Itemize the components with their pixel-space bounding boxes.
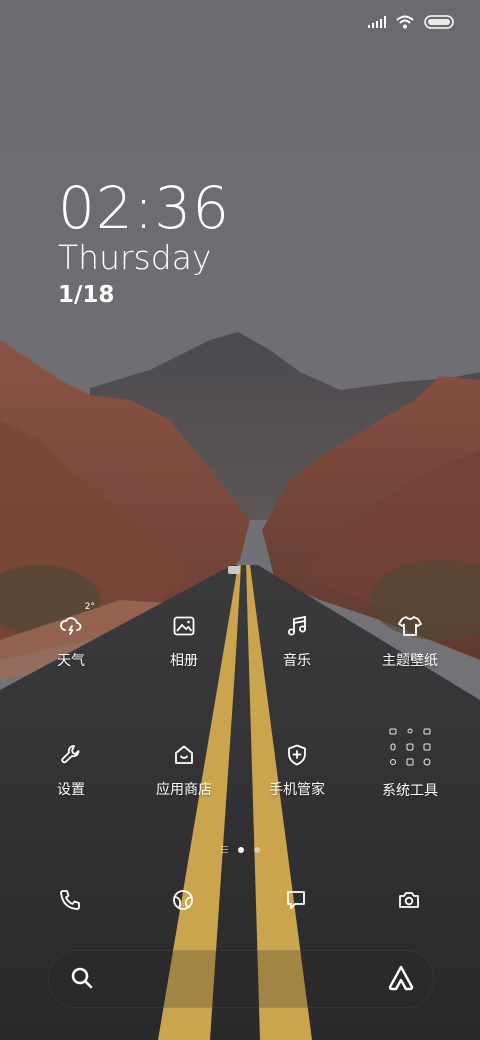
- clock-time: 02:36: [58, 174, 231, 242]
- dock-camera[interactable]: [389, 882, 429, 922]
- app-weather[interactable]: 2° 天气: [21, 602, 121, 670]
- dock-phone[interactable]: [50, 882, 90, 922]
- app-label-weather: 天气: [57, 653, 85, 669]
- music-icon: [279, 608, 315, 644]
- page-dot-active: [237, 846, 244, 853]
- search-bar[interactable]: [48, 950, 434, 1008]
- signal-icon: [368, 16, 386, 28]
- camera-icon: [398, 890, 420, 914]
- clock-widget[interactable]: 02:36 Thursday 1/18: [58, 176, 230, 310]
- app-themes[interactable]: 主题壁纸: [360, 608, 460, 670]
- app-label-store: 应用商店: [156, 782, 212, 798]
- app-store-icon: [166, 737, 202, 773]
- page-dot: [253, 846, 260, 853]
- folder-icon: [384, 722, 436, 774]
- assistant-icon[interactable]: [387, 965, 415, 995]
- theme-icon: [392, 608, 428, 644]
- app-label-settings: 设置: [57, 782, 85, 798]
- phone-icon: [59, 889, 81, 915]
- app-label-gallery: 相册: [170, 653, 198, 669]
- weather-icon: 2°: [53, 602, 95, 644]
- dock-messages[interactable]: [276, 882, 316, 922]
- clock-date: 1/18: [58, 282, 115, 308]
- clock-day: Thursday: [58, 238, 212, 277]
- app-music[interactable]: 音乐: [247, 608, 347, 670]
- messages-icon: [285, 889, 307, 915]
- page-indicator-lines-icon: [220, 846, 228, 853]
- app-label-themes: 主题壁纸: [382, 653, 438, 669]
- app-label-music: 音乐: [283, 653, 311, 669]
- browser-icon: [172, 889, 194, 915]
- app-settings[interactable]: 设置: [21, 737, 121, 799]
- wifi-icon: [396, 15, 414, 29]
- settings-icon: [53, 737, 89, 773]
- app-folder-tools[interactable]: 系统工具: [360, 722, 460, 800]
- status-bar: [368, 12, 454, 32]
- dock-browser[interactable]: [163, 882, 203, 922]
- app-label-folder-tools: 系统工具: [382, 783, 438, 799]
- app-store[interactable]: 应用商店: [134, 737, 234, 799]
- battery-icon: [424, 15, 454, 29]
- app-label-security: 手机管家: [269, 782, 325, 798]
- security-icon: [279, 737, 315, 773]
- app-gallery[interactable]: 相册: [134, 608, 234, 670]
- app-security[interactable]: 手机管家: [247, 737, 347, 799]
- weather-temp-badge: 2°: [84, 602, 95, 612]
- search-icon[interactable]: [69, 965, 95, 995]
- gallery-icon: [166, 608, 202, 644]
- page-indicator[interactable]: [0, 846, 480, 853]
